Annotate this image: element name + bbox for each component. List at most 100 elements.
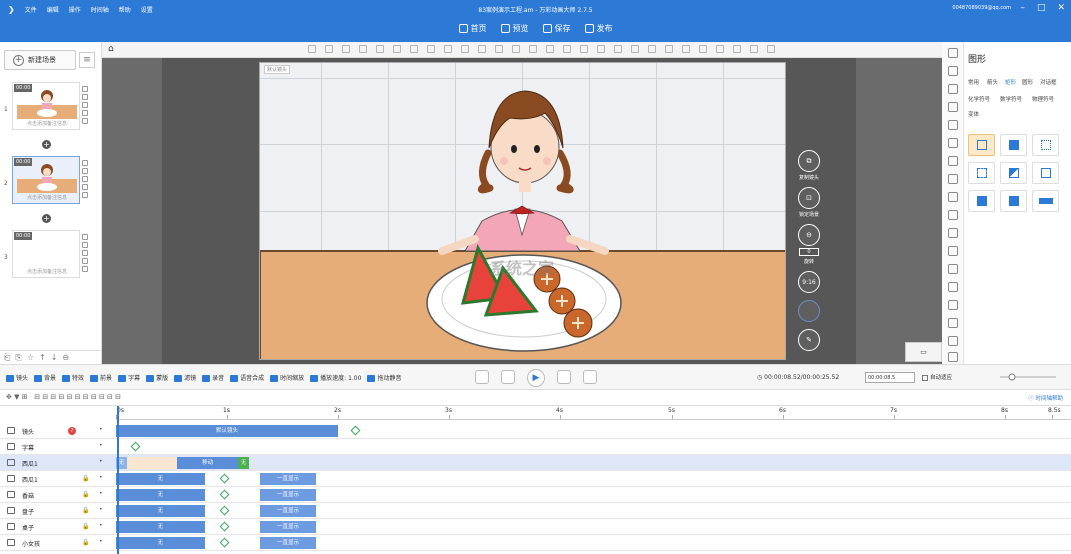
timeline-segment[interactable]: 无 xyxy=(116,473,205,485)
timeline-segment[interactable]: 无 xyxy=(116,521,205,533)
star-icon[interactable]: ☆ xyxy=(27,353,34,362)
flip-v-icon[interactable] xyxy=(563,45,571,53)
timeline-track[interactable]: 西瓜1 • 无移动无 xyxy=(0,455,1071,471)
shape-rect-nodes[interactable] xyxy=(1032,134,1059,156)
undo-icon[interactable] xyxy=(733,45,741,53)
tl-speed[interactable]: 播放速度: 1.00 xyxy=(310,373,361,382)
hand-icon[interactable] xyxy=(948,282,958,292)
keyframe-marker[interactable] xyxy=(219,521,230,532)
snap-icon[interactable] xyxy=(716,45,724,53)
keyframe-marker[interactable] xyxy=(219,537,230,548)
scene-star-icon[interactable] xyxy=(82,118,88,124)
shape-grid-9[interactable] xyxy=(968,190,995,212)
minimap-icon[interactable]: ▭ xyxy=(905,342,942,362)
character-icon[interactable] xyxy=(948,102,958,112)
tab-arrow[interactable]: 箭头 xyxy=(987,78,998,86)
timeline-segment[interactable]: 移动 xyxy=(177,457,239,469)
publish-button[interactable]: 发布 xyxy=(584,23,613,34)
lock-scene-icon[interactable]: ⊡ xyxy=(798,187,820,209)
tl-mask[interactable]: 蒙版 xyxy=(146,373,168,382)
layer-down-icon[interactable] xyxy=(529,45,537,53)
canvas-home-icon[interactable]: ⌂ xyxy=(108,44,114,54)
keyframe-marker[interactable] xyxy=(219,473,230,484)
scene-canvas[interactable]: 默认镜头 xyxy=(259,62,786,360)
tl-foreground[interactable]: 前景 xyxy=(90,373,112,382)
lock-icon[interactable] xyxy=(682,45,690,53)
save-button[interactable]: 保存 xyxy=(542,23,571,34)
layer-up-icon[interactable] xyxy=(512,45,520,53)
ungroup-icon[interactable] xyxy=(495,45,503,53)
tab-math[interactable]: 数学符号 xyxy=(1000,95,1022,103)
shape-rect-stack[interactable] xyxy=(1032,162,1059,184)
shape-icon[interactable] xyxy=(948,138,958,148)
move-down-icon[interactable]: ↓ xyxy=(51,353,58,362)
timeline-track[interactable]: 镜头? • 默认镜头 xyxy=(0,423,1071,439)
fullscreen-icon[interactable] xyxy=(767,45,775,53)
shape-rect-split[interactable] xyxy=(1000,162,1027,184)
preview-button[interactable]: 预览 xyxy=(500,23,529,34)
zoom-out-icon[interactable] xyxy=(665,45,673,53)
tl-tts[interactable]: 语音合成 xyxy=(230,373,264,382)
pie-icon[interactable] xyxy=(948,300,958,310)
align-right-icon[interactable] xyxy=(342,45,350,53)
timeline-track[interactable]: 香菇 🔒 • 无 一直显示 xyxy=(0,487,1071,503)
folder-icon[interactable] xyxy=(948,210,958,220)
shape-rect-corners[interactable] xyxy=(1000,134,1027,156)
scene-transition-icon[interactable] xyxy=(82,184,88,190)
bubble-icon[interactable] xyxy=(948,156,958,166)
visibility-icon[interactable]: • xyxy=(99,506,103,513)
keyframe-marker[interactable] xyxy=(350,425,361,436)
text-icon[interactable] xyxy=(948,84,958,94)
scene-delete-icon[interactable] xyxy=(82,242,88,248)
aspect-icon[interactable] xyxy=(798,300,820,322)
redo-icon[interactable] xyxy=(750,45,758,53)
new-scene-button[interactable]: + 新建场景 xyxy=(4,50,76,70)
visibility-icon[interactable]: • xyxy=(99,474,103,481)
shape-grid-4[interactable] xyxy=(1000,190,1027,212)
scene-bg-icon[interactable] xyxy=(82,102,88,108)
scene-transition-icon[interactable] xyxy=(82,110,88,116)
formula-icon[interactable] xyxy=(948,318,958,328)
tab-common[interactable]: 常用 xyxy=(968,78,979,86)
timeline-track[interactable]: 盘子 🔒 • 无 一直显示 xyxy=(0,503,1071,519)
layers-icon[interactable] xyxy=(948,48,958,58)
forward-button[interactable] xyxy=(557,370,571,384)
distribute-v-icon[interactable] xyxy=(427,45,435,53)
rotate-value[interactable]: 0 xyxy=(799,248,819,256)
timeline-segment[interactable]: 一直显示 xyxy=(260,489,316,501)
timeline-segment[interactable]: 一直显示 xyxy=(260,473,316,485)
tab-rectangle[interactable]: 矩形 xyxy=(1005,78,1016,86)
align-left-icon[interactable] xyxy=(308,45,316,53)
tab-physics[interactable]: 物理符号 xyxy=(1032,95,1054,103)
scene-thumbnail[interactable]: 00:00 点击添加备注信息 xyxy=(12,156,80,204)
tab-chem[interactable]: 化学符号 xyxy=(968,95,990,103)
edit-icon[interactable]: ✎ xyxy=(798,329,820,351)
account-label[interactable]: 00487089039@qq.com xyxy=(952,5,1011,11)
tl-background[interactable]: 背景 xyxy=(34,373,56,382)
lock-icon[interactable]: 🔒 xyxy=(82,491,89,498)
lock-icon[interactable]: 🔒 xyxy=(82,539,89,546)
timeline-segment[interactable]: 默认镜头 xyxy=(116,425,338,437)
lock-icon[interactable]: 🔒 xyxy=(82,475,89,482)
keyframe-marker[interactable] xyxy=(219,489,230,500)
prev-frame-button[interactable] xyxy=(475,370,489,384)
timeline-segment[interactable]: 无 xyxy=(116,489,205,501)
image-icon[interactable] xyxy=(948,66,958,76)
timeline-segment[interactable]: 一直显示 xyxy=(260,537,316,549)
rotate-icon[interactable]: ⊖ xyxy=(798,224,820,246)
visibility-icon[interactable]: • xyxy=(99,538,103,545)
grid-panel-icon[interactable] xyxy=(948,352,958,362)
align-bottom-icon[interactable] xyxy=(393,45,401,53)
home-button[interactable]: 首页 xyxy=(458,23,487,34)
visibility-icon[interactable]: • xyxy=(99,442,103,449)
scene-caption[interactable]: 点击添加备注信息 xyxy=(13,268,81,275)
ratio-icon[interactable]: 9:16 xyxy=(798,271,820,293)
tools-icon[interactable] xyxy=(948,192,958,202)
scene-star-icon[interactable] xyxy=(82,192,88,198)
add-scene-icon[interactable]: + xyxy=(42,140,51,149)
chart-icon[interactable] xyxy=(948,246,958,256)
timeline-segment[interactable]: 无 xyxy=(116,537,205,549)
tl-effects[interactable]: 特效 xyxy=(62,373,84,382)
minimize-icon[interactable]: – xyxy=(1020,3,1025,13)
next-frame-button[interactable] xyxy=(583,370,597,384)
